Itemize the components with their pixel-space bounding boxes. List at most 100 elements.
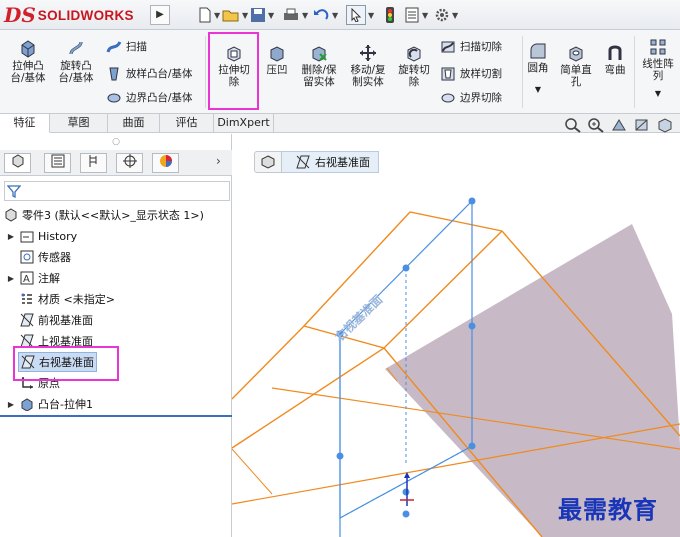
move-copy-body-label: 移动/复 制实体 — [350, 64, 386, 88]
swept-cut-icon — [441, 41, 455, 53]
section-view-icon[interactable] — [633, 117, 651, 133]
ribbon-separator — [522, 36, 523, 108]
feature-tree-icon — [12, 154, 23, 168]
move-copy-body-button[interactable]: 移动/复 制实体 — [346, 44, 390, 88]
revolve-boss-button[interactable]: 旋转凸 台/基体 — [56, 38, 96, 84]
open-document-button[interactable]: ▼ — [222, 5, 248, 25]
print-button[interactable]: ▼ — [282, 5, 308, 25]
expand-arrow-icon[interactable]: ▶ — [6, 400, 16, 409]
options-button[interactable]: ▼ — [434, 5, 458, 25]
crosshair-icon — [122, 154, 137, 168]
revolve-cut-button[interactable]: 旋转切 除 — [394, 44, 434, 88]
delete-keep-body-button[interactable]: 删除/保 留实体 — [296, 44, 342, 88]
tree-item-front-plane[interactable]: 前视基准面 — [20, 310, 93, 330]
tab-features[interactable]: 特征 — [0, 114, 50, 133]
annotation-icon: A — [20, 271, 34, 285]
swept-cut-button[interactable]: 扫描切除 — [440, 40, 502, 54]
undo-button[interactable]: ▼ — [312, 5, 338, 25]
indent-button[interactable]: 压凹 — [262, 44, 292, 76]
boundary-boss-icon — [107, 93, 121, 103]
tab-dimxpert-manager[interactable] — [116, 153, 143, 173]
tab-surfaces[interactable]: 曲面 — [108, 114, 160, 133]
extrude-boss-button[interactable]: 拉伸凸 台/基体 — [8, 38, 48, 84]
new-document-button[interactable]: ▼ — [198, 5, 220, 25]
configuration-icon — [89, 155, 96, 167]
tree-item-label: 前视基准面 — [38, 314, 93, 327]
tab-configuration-manager[interactable] — [80, 153, 107, 173]
chevron-right-icon[interactable]: › — [216, 154, 221, 168]
view-orientation-icon[interactable] — [656, 117, 674, 133]
panel-grip-handle[interactable]: ○ — [0, 134, 232, 150]
tree-item-sensors[interactable]: 传感器 — [20, 247, 71, 267]
tree-root-label: 零件3 (默认<<默认>_显示状态 1>) — [22, 209, 204, 222]
move-body-icon — [360, 45, 376, 61]
solidworks-logo[interactable]: DS SOLIDWORKS — [4, 3, 146, 27]
tab-dimxpert[interactable]: DimXpert — [214, 114, 274, 133]
simple-hole-button[interactable]: 简单直 孔 — [556, 44, 596, 88]
ds-logo-mark: DS — [4, 3, 36, 27]
save-disk-icon — [251, 8, 265, 22]
tree-item-boss-extrude[interactable]: ▶ 凸台-拉伸1 — [6, 394, 93, 414]
boundary-boss-label: 边界凸台/基体 — [126, 92, 193, 104]
tab-display-manager[interactable] — [152, 153, 179, 173]
property-list-icon — [51, 154, 64, 168]
plane-icon — [20, 313, 34, 327]
flex-label: 弯曲 — [604, 64, 626, 76]
select-button[interactable]: ▼ — [346, 5, 374, 25]
tab-sketch[interactable]: 草图 — [50, 114, 108, 133]
tree-item-annotations[interactable]: ▶ A 注解 — [6, 268, 60, 288]
breadcrumb-plane-button[interactable]: 右视基准面 — [282, 151, 379, 173]
extrude-boss-icon — [21, 40, 35, 58]
swept-cut-label: 扫描切除 — [460, 41, 502, 53]
extrude-boss-label: 拉伸凸 台/基体 — [10, 60, 46, 84]
sweep-label: 扫描 — [126, 41, 147, 53]
boundary-cut-button[interactable]: 边界切除 — [440, 90, 502, 106]
fillet-label: 圆角 — [527, 62, 549, 74]
zoom-to-fit-icon[interactable] — [564, 117, 582, 133]
expand-arrow-icon[interactable]: ▶ — [6, 274, 16, 283]
chevron-down-icon: ▼ — [214, 10, 221, 20]
tab-property-manager[interactable] — [44, 153, 71, 173]
breadcrumb-part-button[interactable] — [254, 151, 282, 173]
chevron-down-icon[interactable]: ▼ — [526, 84, 550, 96]
traffic-light-icon — [386, 7, 394, 23]
graphics-viewport[interactable]: 右视基准面 — [232, 134, 680, 537]
previous-view-icon[interactable] — [610, 117, 628, 133]
rollback-bar[interactable] — [0, 415, 232, 417]
tree-item-label: 凸台-拉伸1 — [38, 398, 93, 411]
expand-arrow-icon[interactable]: ▶ — [6, 232, 16, 241]
linear-pattern-button[interactable]: 线性阵 列 ▼ — [638, 38, 678, 100]
material-icon — [21, 293, 32, 304]
fillet-button[interactable]: 圆角 ▼ — [526, 42, 550, 96]
boundary-cut-label: 边界切除 — [460, 92, 502, 104]
menu-expand-button[interactable]: ▶ — [150, 5, 170, 25]
watermark-text: 最需教育 — [558, 495, 658, 524]
part-front-face — [232, 326, 384, 448]
tab-feature-manager[interactable] — [4, 153, 31, 173]
sweep-button[interactable]: 扫描 — [106, 40, 147, 54]
rebuild-button[interactable] — [384, 5, 396, 25]
lofted-cut-button[interactable]: 放样切割 — [440, 66, 502, 82]
tree-filter-field[interactable] — [4, 181, 230, 201]
flex-button[interactable]: 弯曲 — [600, 44, 630, 76]
zoom-to-area-icon[interactable] — [587, 117, 605, 133]
tree-item-label: History — [38, 229, 78, 243]
tree-root-part[interactable]: 零件3 (默认<<默认>_显示状态 1>) — [4, 205, 204, 225]
loft-boss-button[interactable]: 放样凸台/基体 — [106, 66, 193, 82]
boundary-boss-button[interactable]: 边界凸台/基体 — [106, 90, 193, 106]
new-file-icon — [199, 7, 211, 23]
ribbon-separator — [634, 36, 635, 108]
chevron-down-icon: ▼ — [422, 10, 429, 20]
indent-label: 压凹 — [266, 64, 288, 76]
fillet-icon — [530, 43, 546, 59]
chevron-down-icon[interactable]: ▼ — [638, 88, 678, 100]
revolve-boss-icon — [69, 41, 83, 55]
tab-evaluate[interactable]: 评估 — [160, 114, 214, 133]
save-button[interactable]: ▼ — [250, 5, 274, 25]
simple-hole-label: 简单直 孔 — [560, 64, 592, 88]
tree-item-history[interactable]: ▶ History — [6, 226, 77, 246]
tree-item-material[interactable]: 材质 <未指定> — [20, 289, 115, 309]
file-properties-button[interactable]: ▼ — [404, 5, 428, 25]
revolve-boss-label: 旋转凸 台/基体 — [58, 60, 94, 84]
printer-icon — [284, 8, 298, 20]
